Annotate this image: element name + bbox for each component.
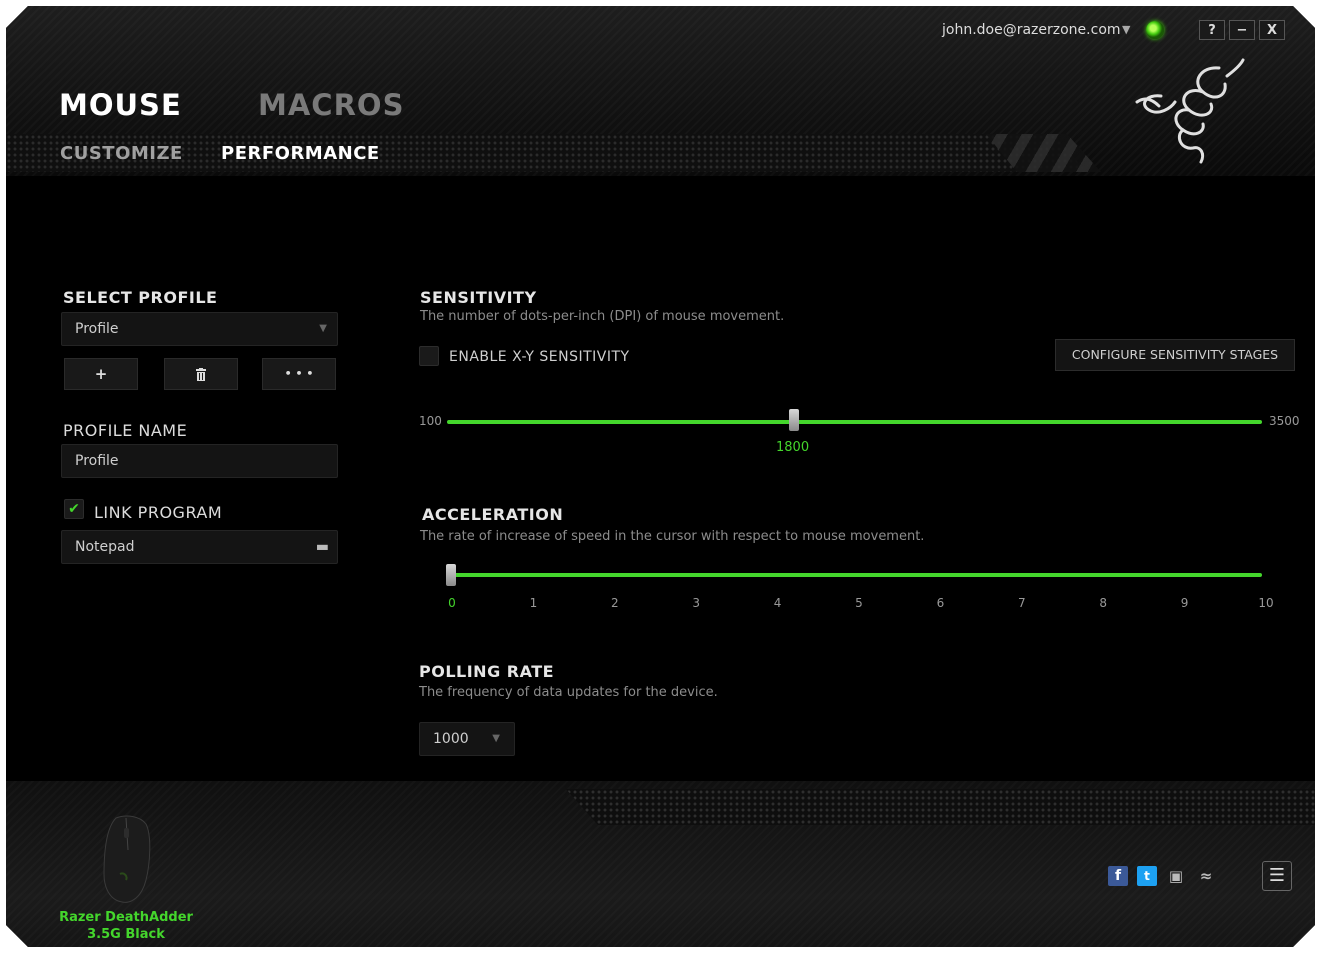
folder-icon[interactable]: ▬ <box>316 531 329 563</box>
tab-mouse[interactable]: MOUSE <box>59 88 182 122</box>
sensitivity-description: The number of dots-per-inch (DPI) of mou… <box>420 309 785 324</box>
minimize-button[interactable]: − <box>1229 20 1255 40</box>
acceleration-slider-track[interactable] <box>449 573 1262 577</box>
acceleration-description: The rate of increase of speed in the cur… <box>420 529 925 544</box>
tab-macros[interactable]: MACROS <box>258 88 404 122</box>
profile-name-title: PROFILE NAME <box>63 421 188 440</box>
acceleration-tick-label: 6 <box>936 596 945 610</box>
select-profile-title: SELECT PROFILE <box>63 288 218 307</box>
chevron-down-icon: ▼ <box>492 733 500 744</box>
delete-profile-button[interactable] <box>164 358 238 390</box>
acceleration-tick-label: 0 <box>448 596 456 610</box>
sensitivity-title: SENSITIVITY <box>420 288 537 307</box>
acceleration-tick-label: 10 <box>1258 596 1274 610</box>
help-button[interactable]: ? <box>1199 20 1225 40</box>
tab-customize[interactable]: CUSTOMIZE <box>60 143 183 164</box>
acceleration-tick-label: 5 <box>855 596 863 610</box>
configure-sensitivity-stages-button[interactable]: CONFIGURE SENSITIVITY STAGES <box>1055 339 1295 371</box>
acceleration-tick-label: 7 <box>1017 596 1026 610</box>
enable-xy-checkbox[interactable] <box>419 346 439 366</box>
polling-rate-description: The frequency of data updates for the de… <box>419 685 718 700</box>
polling-rate-value: 1000 <box>433 731 469 747</box>
online-status-icon <box>1146 21 1164 39</box>
sensitivity-value: 1800 <box>776 440 810 455</box>
linked-program-field[interactable]: Notepad ▬ <box>61 530 338 564</box>
store-icon[interactable]: ▣ <box>1166 866 1186 886</box>
sensitivity-slider-handle[interactable] <box>789 409 799 431</box>
twitter-icon[interactable]: t <box>1137 866 1157 886</box>
chevron-down-icon: ▼ <box>319 323 327 334</box>
linked-program-value: Notepad <box>75 539 135 555</box>
acceleration-tick-label: 1 <box>529 596 538 610</box>
device-name[interactable]: Razer DeathAdder 3.5G Black <box>51 909 201 943</box>
razer-logo-icon <box>1135 58 1245 164</box>
profile-name-input[interactable]: Profile <box>61 444 338 478</box>
acceleration-tick-label: 3 <box>692 596 700 610</box>
device-name-line1: Razer DeathAdder <box>59 910 193 925</box>
facebook-icon[interactable]: f <box>1108 866 1128 886</box>
menu-icon[interactable]: ☰ <box>1262 861 1292 891</box>
polling-rate-title: POLLING RATE <box>419 662 555 681</box>
razer-icon[interactable]: ≈ <box>1196 866 1216 886</box>
close-button[interactable]: X <box>1259 20 1285 40</box>
acceleration-tick-label: 8 <box>1099 596 1107 610</box>
sensitivity-max-label: 3500 <box>1269 414 1300 428</box>
link-program-checkbox[interactable]: ✔ <box>64 499 84 519</box>
account-dropdown-icon[interactable]: ▼ <box>1122 23 1130 36</box>
footer-band <box>566 789 1315 825</box>
trash-icon <box>196 368 206 381</box>
link-program-label: LINK PROGRAM <box>94 503 223 522</box>
acceleration-slider-handle[interactable] <box>446 564 456 586</box>
more-options-button[interactable]: • • • <box>262 358 336 390</box>
acceleration-tick-label: 4 <box>773 596 782 610</box>
add-profile-button[interactable]: + <box>64 358 138 390</box>
profile-select[interactable]: Profile ▼ <box>61 312 338 346</box>
tab-performance[interactable]: PERFORMANCE <box>221 143 380 164</box>
acceleration-tick-label: 2 <box>610 596 619 610</box>
acceleration-tick-label: 9 <box>1180 596 1189 610</box>
enable-xy-label: ENABLE X-Y SENSITIVITY <box>449 349 630 365</box>
mouse-device-icon[interactable] <box>96 814 154 904</box>
synapse-window: MOUSE MACROS CUSTOMIZE PERFORMANCE john.… <box>6 6 1315 947</box>
profile-select-value: Profile <box>75 321 119 337</box>
polling-rate-select[interactable]: 1000 ▼ <box>419 722 515 756</box>
sensitivity-min-label: 100 <box>419 414 442 428</box>
sensitivity-slider-track[interactable] <box>447 420 1262 424</box>
acceleration-title: ACCELERATION <box>422 505 564 524</box>
account-email[interactable]: john.doe@razerzone.com <box>942 22 1121 38</box>
device-name-line2: 3.5G Black <box>87 927 165 942</box>
